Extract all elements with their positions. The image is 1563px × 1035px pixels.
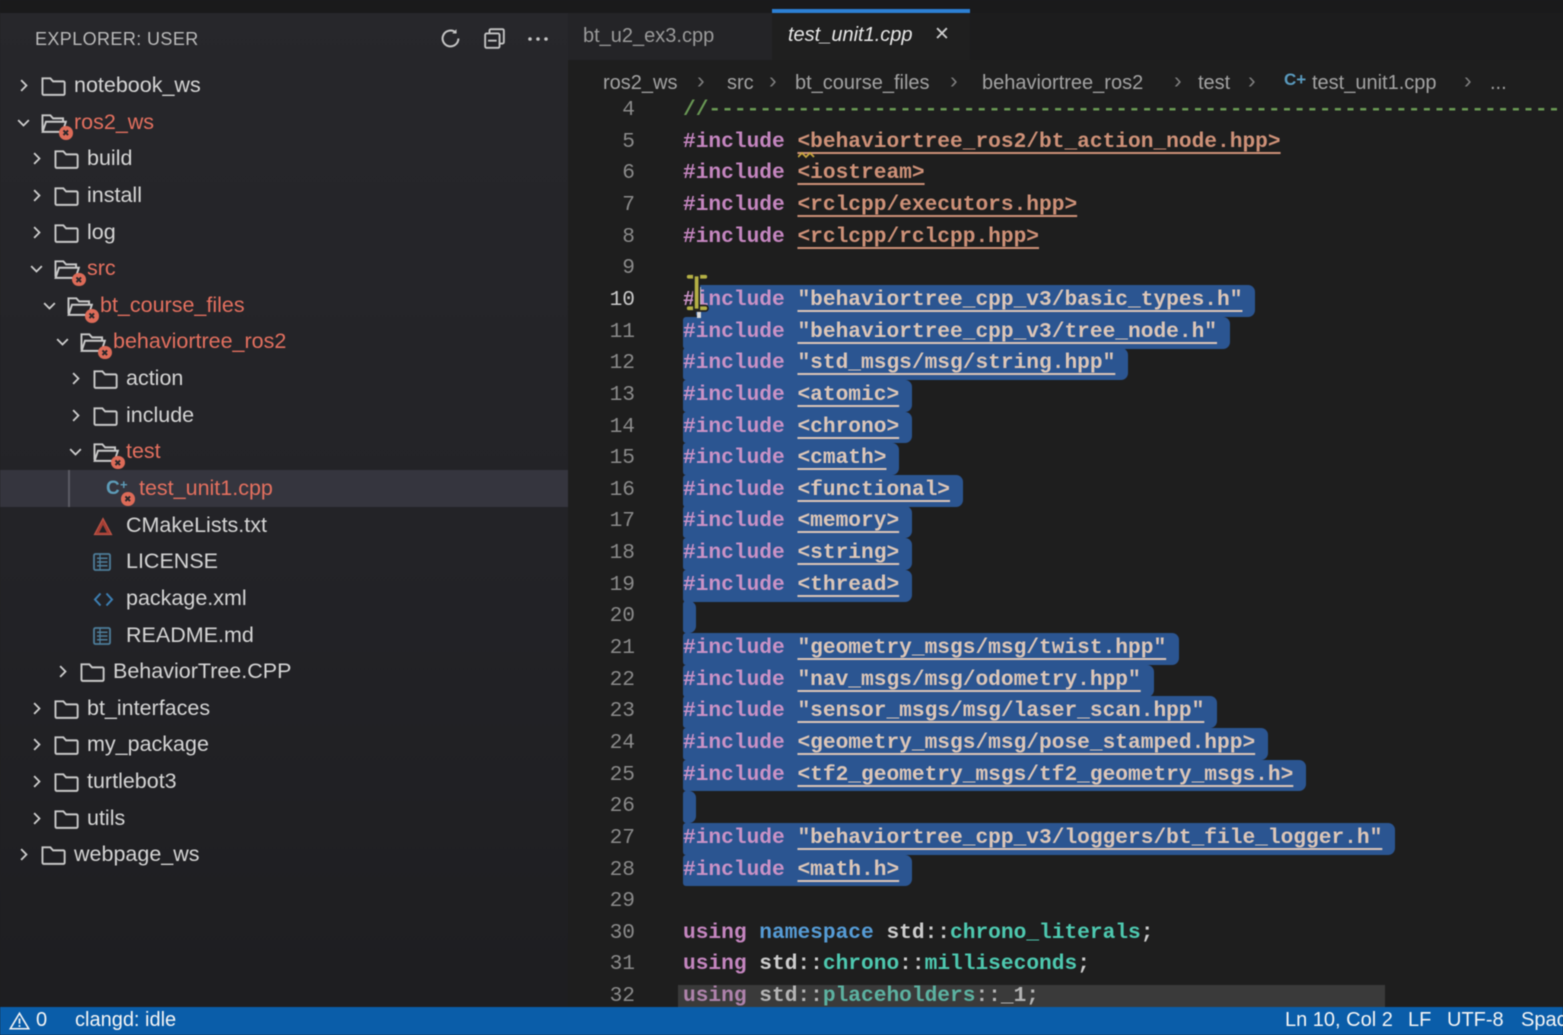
- svg-text:+: +: [120, 477, 128, 492]
- svg-text:C: C: [106, 478, 120, 499]
